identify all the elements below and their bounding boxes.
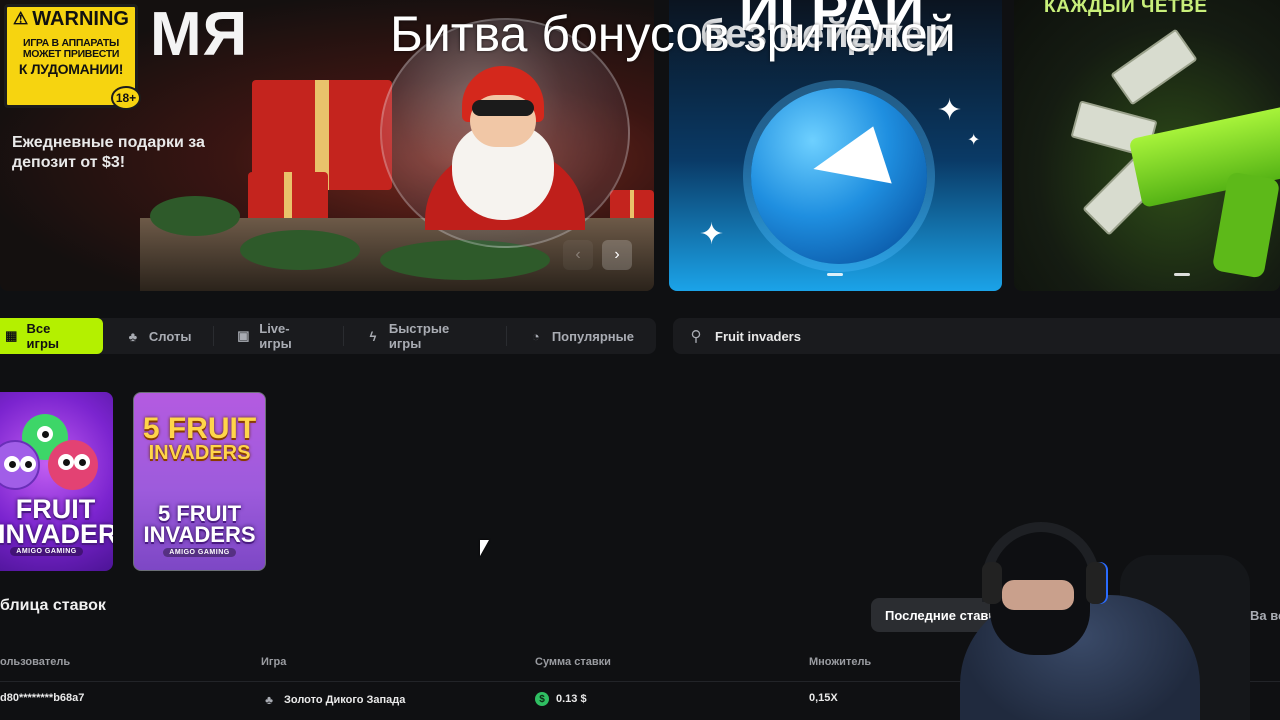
sparkle-icon: ✦ — [699, 218, 725, 251]
age-restriction-badge: 18+ — [111, 86, 141, 110]
warning-heading: WARNING — [32, 8, 129, 30]
game-card-5-fruit-invaders[interactable]: 5 FRUIT INVADERS 5 FRUIT INVADERS AMIGO … — [133, 392, 266, 571]
game-search-box[interactable]: ⚲ — [673, 318, 1280, 354]
game-provider: AMIGO GAMING — [163, 548, 236, 557]
warning-line: К ЛУДОМАНИИ! — [18, 61, 124, 77]
game-provider: AMIGO GAMING — [10, 547, 83, 556]
banner-title-line1: МЯ — [150, 0, 249, 69]
banknote-image — [1110, 28, 1198, 106]
sparkle-icon: ✦ — [937, 94, 963, 127]
search-icon: ⚲ — [690, 328, 702, 345]
bet-amount: $ 0.13 $ — [535, 692, 587, 706]
tab-slots[interactable]: ♣ Слоты — [103, 318, 214, 354]
mouse-cursor-icon — [480, 540, 489, 556]
warning-line: МОЖЕТ ПРИВЕСТИ — [22, 48, 120, 60]
grid-icon: ▦ — [5, 328, 18, 343]
santa-sunglasses — [472, 100, 534, 116]
column-header-multiplier: Множитель — [809, 656, 872, 668]
bet-game[interactable]: ♣ Золото Дикого Запада — [261, 692, 405, 708]
pine-branch — [150, 196, 240, 236]
game-category-tabs: ▦ Все игры ♣ Слоты ▣ Live-игры ϟ Быстрые… — [0, 318, 656, 354]
tab-live-games[interactable]: ▣ Live-игры — [213, 318, 343, 354]
headphone-ear — [1086, 562, 1106, 604]
fire-icon: ◔ — [531, 328, 540, 344]
game-logo: 5 FRUIT INVADERS — [134, 412, 265, 464]
carousel-next-button[interactable]: › — [602, 240, 632, 270]
headphone-ear — [982, 562, 1002, 604]
tab-label: Все игры — [26, 321, 59, 351]
cherry-icon: ♣ — [265, 693, 273, 707]
banner-title: КАЖДЫЙ ЧЕТВЕ — [1044, 0, 1208, 17]
tab-popular[interactable]: ◔ Популярные — [505, 318, 656, 354]
monster-image — [48, 440, 98, 490]
tab-fast-games[interactable]: ϟ Быстрые игры — [343, 318, 506, 354]
warning-triangle-icon: ⚠ — [13, 9, 29, 28]
bet-game-name: Золото Дикого Запада — [284, 694, 406, 706]
stream-overlay-title: Битва бонусов зрителей — [390, 6, 956, 62]
game-card-fruit-invaders[interactable]: FRUIT INVADERS AMIGO GAMING — [0, 392, 113, 571]
dollar-coin-icon: $ — [535, 692, 549, 706]
search-input[interactable] — [715, 328, 1215, 344]
bet-user: d80********b68a7 — [0, 692, 85, 704]
cherry-icon: ♣ — [128, 328, 138, 344]
carousel-prev-button[interactable]: ‹ — [563, 240, 593, 270]
carousel-indicator[interactable] — [827, 273, 843, 276]
tv-icon: ▣ — [237, 328, 250, 343]
tab-label: Быстрые игры — [388, 321, 450, 351]
promo-banner-cashback[interactable]: КАЖДЫЙ ЧЕТВЕ — [1014, 0, 1280, 291]
carousel-indicator[interactable] — [1174, 273, 1190, 276]
game-title: 5 FRUIT INVADERS — [143, 501, 256, 547]
game-logo-word: INVADERS — [148, 442, 251, 464]
column-header-user: ользователь — [0, 656, 71, 668]
tab-label: Слоты — [148, 328, 192, 344]
bolt-icon: ϟ — [369, 328, 377, 344]
pine-branch — [240, 230, 360, 270]
bet-multiplier: 0,15X — [809, 692, 838, 704]
column-header-amount: Сумма ставки — [535, 656, 611, 668]
game-logo-word: FRUIT — [167, 412, 257, 445]
tab-all-games[interactable]: ▦ Все игры — [0, 318, 103, 354]
tab-label: Популярные — [551, 328, 634, 344]
game-title: FRUIT INVADERS — [0, 494, 113, 549]
bets-table-title: блица ставок — [0, 597, 106, 614]
tab-label: Live-игры — [259, 321, 292, 351]
banner-promo-text: Ежедневные подарки за депозит от $3! — [12, 134, 205, 171]
streamer-webcam — [870, 500, 1280, 720]
game-logo-number: 5 — [142, 412, 160, 445]
sparkle-icon: ✦ — [967, 132, 981, 149]
bet-amount-value: 0.13 $ — [556, 693, 587, 705]
column-header-game: Игра — [261, 656, 287, 668]
